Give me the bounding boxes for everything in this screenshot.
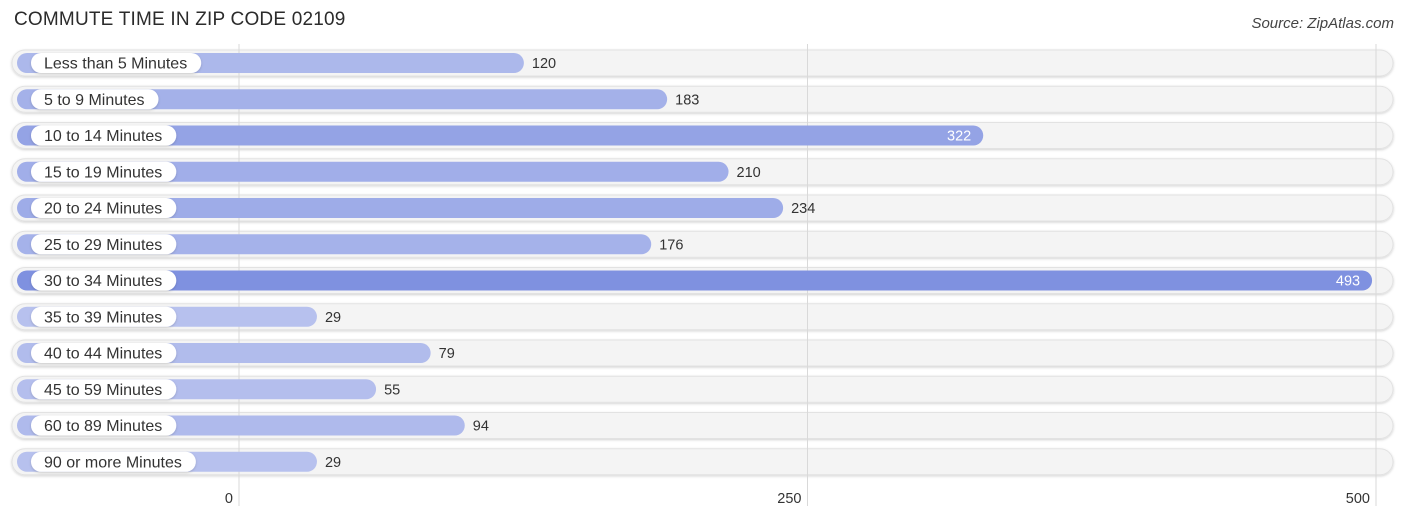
bar-group: 25 to 29 Minutes 176: [17, 234, 683, 255]
category-label: 30 to 34 Minutes: [44, 273, 162, 290]
category-label: 10 to 14 Minutes: [44, 128, 162, 145]
value-label: 493: [1336, 274, 1360, 290]
category-label: 40 to 44 Minutes: [44, 346, 162, 363]
value-label: 210: [737, 165, 761, 181]
category-label: 5 to 9 Minutes: [44, 92, 145, 109]
bar-group: 35 to 39 Minutes 29: [17, 306, 341, 327]
bar[interactable]: [17, 270, 1373, 291]
bar-group: 30 to 34 Minutes 493: [17, 270, 1373, 291]
bar-group: 90 or more Minutes 29: [17, 451, 341, 472]
bar-group: Less than 5 Minutes 120: [17, 53, 556, 73]
bar-group: 10 to 14 Minutes 322: [17, 125, 984, 146]
x-tick-label: 500: [1346, 491, 1370, 507]
bar-group: 20 to 24 Minutes 234: [17, 198, 815, 218]
category-label: 20 to 24 Minutes: [44, 201, 162, 218]
bar-group: 60 to 89 Minutes 94: [17, 415, 489, 436]
value-label: 176: [659, 237, 683, 253]
value-label: 29: [325, 455, 341, 471]
category-label: 25 to 29 Minutes: [44, 237, 162, 254]
value-label: 29: [325, 310, 341, 326]
value-label: 55: [384, 382, 400, 398]
category-label: 60 to 89 Minutes: [44, 418, 162, 435]
x-tick-label: 0: [225, 491, 233, 507]
bar-group: 15 to 19 Minutes 210: [17, 161, 761, 182]
value-label: 79: [439, 346, 455, 362]
value-label: 120: [532, 56, 556, 72]
category-label: Less than 5 Minutes: [44, 56, 187, 73]
category-label: 35 to 39 Minutes: [44, 309, 162, 326]
x-tick-label: 250: [777, 491, 801, 507]
value-label: 322: [947, 129, 971, 145]
category-label: 45 to 59 Minutes: [44, 382, 162, 399]
category-label: 15 to 19 Minutes: [44, 164, 162, 181]
value-label: 183: [675, 92, 699, 108]
bar-group: 45 to 59 Minutes 55: [17, 379, 400, 400]
bar-chart: Less than 5 Minutes 120 5 to 9 Minutes 183 1…: [11, 44, 1394, 507]
bar-group: 40 to 44 Minutes 79: [17, 343, 455, 363]
bar-group: 5 to 9 Minutes 183: [17, 89, 699, 110]
category-label: 90 or more Minutes: [44, 454, 182, 471]
value-label: 94: [473, 419, 489, 435]
value-label: 234: [791, 201, 815, 217]
